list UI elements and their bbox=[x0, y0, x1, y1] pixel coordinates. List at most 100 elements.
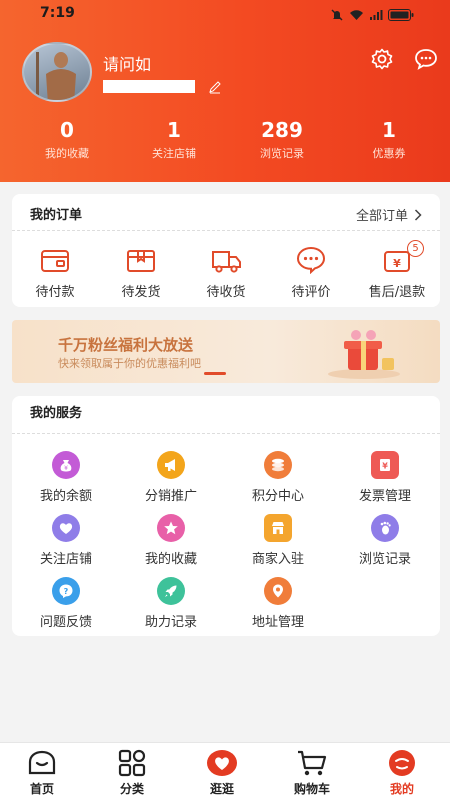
svg-text:¥: ¥ bbox=[64, 465, 68, 472]
tab-category[interactable]: 分类 bbox=[92, 748, 172, 797]
megaphone-icon bbox=[157, 451, 185, 479]
service-label: 浏览记录 bbox=[358, 552, 411, 567]
service-label: 我的余额 bbox=[39, 489, 92, 504]
service-label: 分销推广 bbox=[144, 489, 197, 504]
status-bar: 7:19 bbox=[0, 0, 450, 28]
stat-value: 1 bbox=[382, 118, 396, 142]
orders-card: 我的订单 全部订单 待付款 待发货 待收货 待评价 ¥ 5 售后/退款 bbox=[12, 194, 440, 307]
order-item-label: 售后/退款 bbox=[368, 285, 426, 300]
order-pending-receipt[interactable]: 待收货 bbox=[183, 246, 269, 300]
service-points[interactable]: 积分中心 bbox=[228, 451, 328, 504]
order-item-label: 待收货 bbox=[206, 285, 246, 300]
username[interactable]: 请问如 bbox=[103, 51, 151, 75]
invoice-icon: ¥ bbox=[371, 451, 399, 479]
tab-label: 首页 bbox=[29, 782, 54, 796]
stat-favorites[interactable]: 0 我的收藏 bbox=[17, 118, 117, 161]
service-invoice[interactable]: ¥ 发票管理 bbox=[335, 451, 435, 504]
order-item-label: 待付款 bbox=[35, 285, 75, 300]
edit-icon[interactable] bbox=[208, 80, 222, 94]
battery-icon bbox=[388, 9, 414, 21]
service-label: 积分中心 bbox=[251, 489, 304, 504]
stat-label: 浏览记录 bbox=[260, 147, 304, 160]
all-orders-link[interactable]: 全部订单 bbox=[356, 205, 422, 224]
money-bag-icon: ¥ bbox=[52, 451, 80, 479]
avatar[interactable] bbox=[22, 42, 92, 102]
orders-title: 我的订单 bbox=[30, 208, 83, 223]
service-balance[interactable]: ¥ 我的余额 bbox=[16, 451, 116, 504]
tab-label: 购物车 bbox=[293, 782, 330, 796]
services-card: 我的服务 ¥ 我的余额 分销推广 积分中心 ¥ 发票管理 关注店铺 我的收藏 商… bbox=[12, 396, 440, 636]
gear-icon[interactable] bbox=[370, 47, 394, 71]
service-feedback[interactable]: ? 问题反馈 bbox=[16, 577, 116, 630]
service-label: 地址管理 bbox=[251, 615, 304, 630]
stats-row: 0 我的收藏 1 关注店铺 289 浏览记录 1 优惠券 bbox=[0, 118, 450, 168]
masked-info bbox=[103, 80, 195, 93]
service-label: 发票管理 bbox=[358, 489, 411, 504]
gift-illustration bbox=[328, 330, 400, 379]
home-icon bbox=[28, 750, 56, 775]
rocket-icon bbox=[157, 577, 185, 605]
service-label: 我的收藏 bbox=[144, 552, 197, 567]
stat-value: 289 bbox=[261, 118, 303, 142]
orders-divider bbox=[12, 230, 440, 231]
stat-value: 1 bbox=[167, 118, 181, 142]
service-browse-history[interactable]: 浏览记录 bbox=[335, 514, 435, 567]
order-item-label: 待发货 bbox=[121, 285, 161, 300]
banner-subtitle: 快来领取属于你的优惠福利吧 bbox=[58, 357, 201, 370]
truck-icon bbox=[212, 251, 241, 273]
status-icons bbox=[330, 8, 414, 22]
tab-label: 分类 bbox=[119, 782, 144, 796]
signal-icon bbox=[370, 10, 383, 20]
all-orders-label: 全部订单 bbox=[355, 209, 408, 224]
message-icon[interactable] bbox=[414, 48, 438, 70]
stat-followed-shops[interactable]: 1 关注店铺 bbox=[124, 118, 224, 161]
svg-text:¥: ¥ bbox=[382, 462, 388, 471]
service-distribution[interactable]: 分销推广 bbox=[121, 451, 221, 504]
profile-icon bbox=[389, 750, 415, 776]
services-divider bbox=[12, 433, 440, 434]
service-label: 关注店铺 bbox=[39, 552, 92, 567]
tab-label: 我的 bbox=[389, 782, 414, 796]
comment-icon bbox=[296, 246, 326, 274]
explore-icon bbox=[207, 750, 237, 776]
coins-icon bbox=[264, 451, 292, 479]
package-icon bbox=[127, 250, 155, 272]
carousel-indicator bbox=[204, 372, 226, 375]
stat-label: 关注店铺 bbox=[152, 147, 196, 160]
tab-cart[interactable]: 购物车 bbox=[272, 748, 352, 797]
stat-coupons[interactable]: 1 优惠券 bbox=[339, 118, 439, 161]
services-title: 我的服务 bbox=[30, 406, 83, 421]
order-after-sales[interactable]: ¥ 5 售后/退款 bbox=[354, 240, 440, 300]
heart-icon bbox=[52, 514, 80, 542]
tab-explore[interactable]: 逛逛 bbox=[182, 748, 262, 797]
service-boost-records[interactable]: 助力记录 bbox=[121, 577, 221, 630]
order-pending-review[interactable]: 待评价 bbox=[268, 246, 354, 300]
banner-title: 千万粉丝福利大放送 bbox=[58, 336, 194, 354]
tab-profile[interactable]: 我的 bbox=[362, 748, 442, 797]
category-icon bbox=[118, 749, 146, 777]
order-item-label: 待评价 bbox=[291, 285, 331, 300]
order-pending-shipment[interactable]: 待发货 bbox=[98, 246, 184, 300]
stat-browse-history[interactable]: 289 浏览记录 bbox=[232, 118, 332, 161]
cart-icon bbox=[298, 750, 327, 776]
service-merchant-join[interactable]: 商家入驻 bbox=[228, 514, 328, 567]
footprint-icon bbox=[371, 514, 399, 542]
service-address[interactable]: 地址管理 bbox=[228, 577, 328, 630]
service-label: 助力记录 bbox=[144, 615, 197, 630]
service-label: 问题反馈 bbox=[39, 615, 92, 630]
star-icon bbox=[157, 514, 185, 542]
tab-label: 逛逛 bbox=[209, 782, 234, 796]
svg-text:¥: ¥ bbox=[393, 257, 401, 270]
promo-banner[interactable]: 千万粉丝福利大放送 快来领取属于你的优惠福利吧 bbox=[12, 320, 440, 383]
store-icon bbox=[264, 514, 292, 542]
service-favorites[interactable]: 我的收藏 bbox=[121, 514, 221, 567]
stat-label: 我的收藏 bbox=[45, 147, 89, 160]
status-time: 7:19 bbox=[40, 5, 75, 21]
order-pending-payment[interactable]: 待付款 bbox=[12, 246, 98, 300]
mute-icon bbox=[331, 9, 343, 21]
tab-home[interactable]: 首页 bbox=[2, 748, 82, 797]
order-badge: 5 bbox=[407, 240, 424, 257]
profile-header: 7:19 请问如 0 我的收藏 1 关注店铺 289 浏览记录 1 优惠券 bbox=[0, 0, 450, 182]
service-followed-shops[interactable]: 关注店铺 bbox=[16, 514, 116, 567]
stat-value: 0 bbox=[60, 118, 74, 142]
